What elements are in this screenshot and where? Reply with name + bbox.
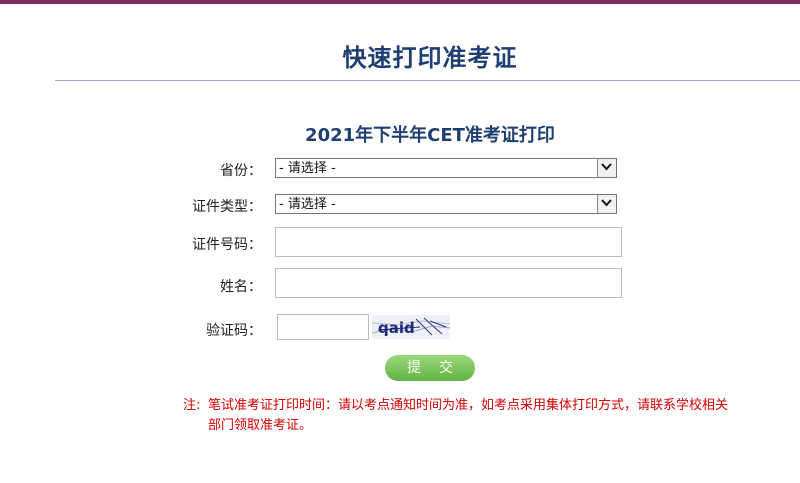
province-label: 省份：	[220, 163, 262, 179]
id-type-select[interactable]: - 请选择 -	[275, 194, 617, 214]
captcha-image[interactable]: qaid	[372, 315, 450, 339]
id-number-label: 证件号码：	[192, 237, 262, 253]
captcha-input[interactable]	[277, 314, 369, 340]
captcha-label: 验证码：	[206, 323, 262, 339]
chevron-down-icon[interactable]	[597, 195, 616, 213]
form-title: 2021年下半年CET准考证打印	[305, 125, 555, 146]
province-select[interactable]: - 请选择 -	[275, 158, 617, 178]
name-input[interactable]	[275, 268, 622, 298]
submit-button[interactable]: 提交	[385, 355, 475, 381]
province-selected-value: - 请选择 -	[279, 161, 336, 176]
id-type-selected-value: - 请选择 -	[279, 197, 336, 212]
id-type-label: 证件类型：	[192, 199, 262, 215]
note-text: 笔试准考证打印时间：请以考点通知时间为准，如考点采用集体打印方式，请联系学校相关…	[208, 398, 729, 433]
note-prefix: 注:	[183, 398, 201, 413]
id-number-input[interactable]	[275, 227, 622, 257]
chevron-down-icon[interactable]	[597, 159, 616, 177]
title-divider	[55, 80, 800, 81]
top-bar	[0, 0, 800, 4]
name-label: 姓名：	[220, 279, 262, 295]
page-title: 快速打印准考证	[342, 44, 518, 72]
